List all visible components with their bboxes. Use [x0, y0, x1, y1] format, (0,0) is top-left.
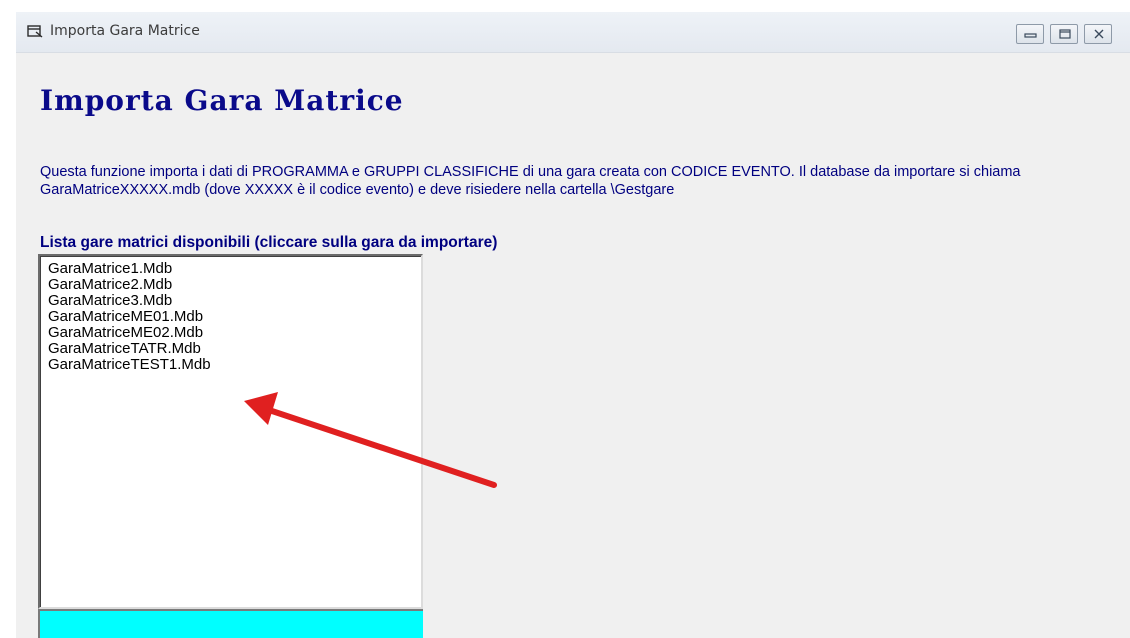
window-icon [27, 25, 43, 38]
listbox-inner: GaraMatrice1.Mdb GaraMatrice2.Mdb GaraMa… [40, 256, 421, 607]
page-heading: Importa Gara Matrice [40, 84, 404, 117]
list-item[interactable]: GaraMatrice2.Mdb [41, 277, 421, 293]
minimize-button[interactable] [1016, 24, 1044, 44]
list-label: Lista gare matrici disponibili (cliccare… [40, 234, 498, 251]
title-bar[interactable]: Importa Gara Matrice [16, 12, 1130, 53]
list-item[interactable]: GaraMatriceME01.Mdb [41, 309, 421, 325]
window-title: Importa Gara Matrice [50, 23, 200, 39]
list-item[interactable]: GaraMatrice1.Mdb [41, 261, 421, 277]
maximize-icon [1059, 29, 1071, 39]
maximize-button[interactable] [1050, 24, 1078, 44]
close-button[interactable] [1084, 24, 1112, 44]
list-item[interactable]: GaraMatriceTATR.Mdb [41, 341, 421, 357]
list-items: GaraMatrice1.Mdb GaraMatrice2.Mdb GaraMa… [41, 257, 421, 373]
list-item[interactable]: GaraMatrice3.Mdb [41, 293, 421, 309]
progress-bar [38, 609, 423, 638]
import-window: Importa Gara Matrice Importa Gara Matric… [16, 12, 1130, 638]
list-item[interactable]: GaraMatriceME02.Mdb [41, 325, 421, 341]
close-icon [1094, 29, 1104, 39]
minimize-icon [1024, 33, 1037, 38]
list-item[interactable]: GaraMatriceTEST1.Mdb [41, 357, 421, 373]
matrix-races-listbox[interactable]: GaraMatrice1.Mdb GaraMatrice2.Mdb GaraMa… [38, 254, 423, 609]
function-description: Questa funzione importa i dati di PROGRA… [40, 164, 1021, 198]
